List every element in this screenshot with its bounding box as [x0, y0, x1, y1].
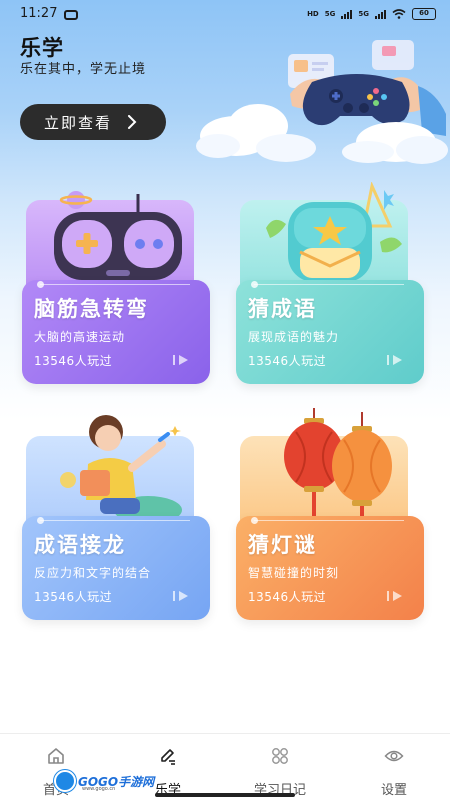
notification-app-icon — [64, 10, 78, 20]
panel-divider — [254, 284, 404, 285]
card-description: 展现成语的魅力 — [248, 330, 340, 344]
play-icon — [387, 355, 402, 365]
card-description: 反应力和文字的结合 — [34, 566, 152, 580]
nav-item-diary[interactable]: 学习日记 — [224, 734, 336, 800]
nav-label-settings: 设置 — [380, 783, 407, 798]
panel-dot — [251, 517, 258, 524]
signal-1-tag: 5G — [324, 10, 336, 18]
card-title: 脑筋急转弯 — [34, 297, 149, 321]
pen-icon — [161, 749, 175, 765]
card-title: 成语接龙 — [34, 533, 126, 557]
status-time: 11:27 — [20, 6, 58, 21]
panel-dot — [251, 281, 258, 288]
view-now-label: 立即查看 — [44, 113, 113, 132]
card-title: 猜灯谜 — [248, 533, 317, 557]
page-subtitle: 乐在其中，学无止境 — [20, 62, 147, 77]
card-brain-teaser[interactable]: 脑筋急转弯 大脑的高速运动 13546人玩过 — [22, 191, 214, 386]
status-indicators: HD 5G 5G 60 — [307, 8, 436, 20]
panel-divider — [254, 520, 404, 521]
panel-dot — [37, 281, 44, 288]
card-play-count: 13546人玩过 — [34, 354, 113, 368]
status-bar: 11:27 HD 5G 5G 60 — [0, 0, 450, 30]
grid-icon — [272, 748, 288, 764]
hd-tag: HD — [307, 10, 319, 18]
panel-divider — [40, 520, 190, 521]
play-icon — [387, 591, 402, 601]
chevron-right-icon — [128, 115, 137, 129]
card-play-count: 13546人玩过 — [248, 590, 327, 604]
backpack-art-icon — [266, 182, 402, 282]
card-guess-idiom[interactable]: 猜成语 展现成语的魅力 13546人玩过 — [236, 182, 428, 386]
view-now-button[interactable]: 立即查看 — [20, 104, 166, 140]
nav-item-settings[interactable]: 设置 — [338, 734, 450, 800]
student-art-icon — [56, 415, 182, 524]
watermark-subtext: www.gogo.cn — [82, 786, 116, 792]
eye-icon — [384, 750, 404, 762]
card-play-count: 13546人玩过 — [248, 354, 327, 368]
card-idiom-chain[interactable]: 成语接龙 反应力和文字的结合 13546人玩过 — [22, 415, 214, 622]
card-description: 智慧碰撞的时刻 — [248, 566, 340, 580]
watermark-logo-icon — [54, 770, 76, 792]
battery-icon: 60 — [412, 8, 436, 20]
card-lantern-riddle[interactable]: 猜灯谜 智慧碰撞的时刻 13546人玩过 — [236, 408, 428, 622]
signal-2-tag: 5G — [358, 10, 369, 18]
card-description: 大脑的高速运动 — [34, 330, 126, 344]
gamepad-art-icon — [54, 191, 182, 280]
wifi-icon — [392, 9, 406, 19]
card-play-count: 13546人玩过 — [34, 590, 113, 604]
panel-dot — [37, 517, 44, 524]
hero-gamepad-illustration — [196, 40, 448, 164]
card-title: 猜成语 — [248, 297, 317, 321]
lantern-art-icon — [284, 408, 392, 522]
play-icon — [173, 355, 188, 365]
signal-1-icon — [341, 9, 353, 19]
app-screen: 11:27 HD 5G 5G 60 乐学 乐在其中，学无止境 立即查看 脑筋急转… — [0, 0, 450, 800]
signal-2-icon — [375, 9, 386, 19]
panel-divider — [40, 284, 190, 285]
home-icon — [48, 748, 64, 764]
home-indicator[interactable] — [155, 793, 295, 797]
site-watermark: GOGO手游网 www.gogo.cn — [54, 770, 154, 792]
play-icon — [173, 591, 188, 601]
